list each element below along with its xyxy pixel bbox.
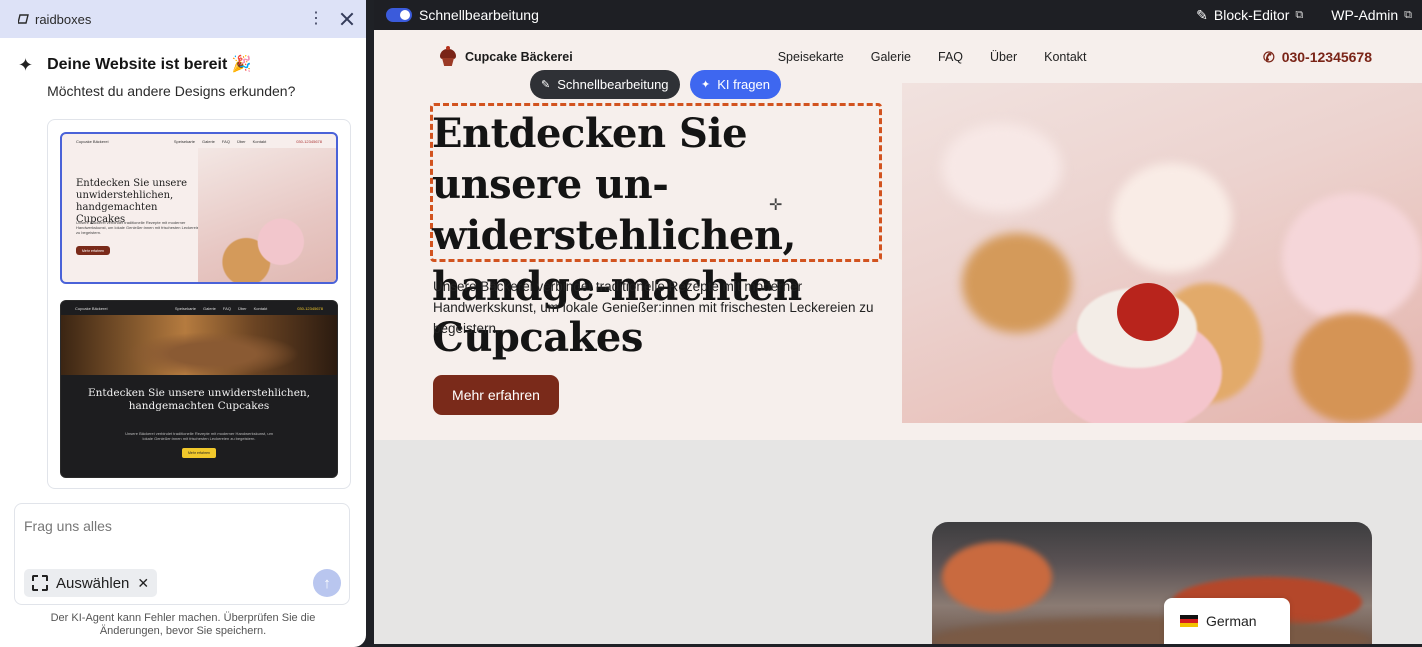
assistant-panel: raidboxes ⋮ ✦ Deine Website ist bereit 🎉… <box>0 0 366 647</box>
sparkle-icon: ✦ <box>701 79 711 91</box>
ready-subtitle: Möchtest du andere Designs erkunden? <box>47 83 296 99</box>
mini-nav-item: Speisekarte <box>173 139 196 144</box>
assistant-header: raidboxes ⋮ <box>0 0 366 38</box>
mini-nav-item: Kontakt <box>252 139 267 144</box>
phone-icon: ✆ <box>1262 48 1275 65</box>
mini-nav-item: Galerie <box>202 139 215 144</box>
raidboxes-logo-icon <box>18 14 29 24</box>
hero-section: Cupcake Bäckerei Speisekarte Galerie FAQ… <box>374 30 1422 440</box>
ready-message: ✦ Deine Website ist bereit 🎉 Möchtest du… <box>18 54 295 99</box>
menu-item-speisekarte[interactable]: Speisekarte <box>778 50 844 64</box>
brand-logo: raidboxes <box>18 12 91 27</box>
mini-text: Unsere Bäckerei verbindet traditionelle … <box>76 220 202 235</box>
mini-nav-item: FAQ <box>221 139 230 144</box>
send-button[interactable]: ↑ <box>313 569 341 597</box>
remove-chip-icon[interactable]: ✕ <box>137 575 149 592</box>
mini-nav: Cupcake Bäckerei Speisekarte Galerie FAQ… <box>75 306 323 311</box>
editor-topbar: Schnellbearbeitung ✎ Block-Editor ⧉ WP-A… <box>374 0 1422 30</box>
external-link-icon: ⧉ <box>1295 8 1304 21</box>
arrow-up-icon: ↑ <box>323 574 331 592</box>
mini-button: Mehr erfahren <box>76 246 110 255</box>
pastry-display-photo <box>932 522 1372 644</box>
mini-hero-photo <box>198 148 336 282</box>
mini-nav: Cupcake Bäckerei Speisekarte Galerie FAQ… <box>76 139 322 144</box>
hero-cupcake-photo <box>902 83 1422 423</box>
design-option-light[interactable]: Cupcake Bäckerei Speisekarte Galerie FAQ… <box>60 132 338 284</box>
quick-edit-label: Schnellbearbeitung <box>419 7 539 23</box>
design-list: Cupcake Bäckerei Speisekarte Galerie FAQ… <box>47 119 351 489</box>
crosshair-cursor-icon: ✛ <box>769 197 783 214</box>
menu-item-galerie[interactable]: Galerie <box>871 50 911 64</box>
menu-item-faq[interactable]: FAQ <box>938 50 963 64</box>
more-vertical-icon[interactable]: ⋮ <box>308 11 324 27</box>
mini-nav-item: Galerie <box>203 306 216 311</box>
ask-ai-pill-label: KI fragen <box>717 77 770 92</box>
mini-title: Entdecken Sie unsere unwiderstehlichen, … <box>76 178 188 225</box>
site-logo[interactable]: Cupcake Bäckerei <box>438 46 573 67</box>
site-phone[interactable]: ✆ 030-12345678 <box>1263 49 1372 66</box>
pencil-icon: ✎ <box>541 79 551 91</box>
site-menu: Speisekarte Galerie FAQ Über Kontakt <box>778 50 1087 64</box>
wp-admin-link[interactable]: WP-Admin ⧉ <box>1331 7 1412 23</box>
mini-nav-item: FAQ <box>222 306 231 311</box>
close-icon[interactable] <box>340 12 354 26</box>
select-element-chip[interactable]: Auswählen ✕ <box>24 569 158 597</box>
pencil-icon: ✎ <box>1196 6 1208 23</box>
website-preview: Cupcake Bäckerei Speisekarte Galerie FAQ… <box>374 30 1422 644</box>
site-nav: Cupcake Bäckerei Speisekarte Galerie FAQ… <box>438 44 1372 70</box>
language-switcher[interactable]: German <box>1164 598 1290 644</box>
block-editor-label: Block-Editor <box>1213 7 1290 23</box>
mini-brand: Cupcake Bäckerei <box>75 306 108 311</box>
select-chip-label: Auswählen <box>56 574 130 592</box>
mini-button: Mehr erfahren <box>182 448 216 458</box>
block-editor-link[interactable]: ✎ Block-Editor ⧉ <box>1196 7 1303 24</box>
menu-item-kontakt[interactable]: Kontakt <box>1044 50 1086 64</box>
sparkle-icon: ✦ <box>18 55 34 75</box>
german-flag-icon <box>1180 615 1198 627</box>
mini-brand: Cupcake Bäckerei <box>76 139 109 144</box>
mini-nav-item: Kontakt <box>253 306 268 311</box>
brand-name: raidboxes <box>35 11 92 27</box>
quick-edit-pill[interactable]: ✎ Schnellbearbeitung <box>530 70 680 99</box>
mini-nav-item: Über <box>237 306 247 311</box>
language-label: German <box>1206 613 1257 629</box>
quick-edit-pill-label: Schnellbearbeitung <box>557 77 669 92</box>
mini-nav-item: Über <box>236 139 246 144</box>
mini-nav-item: Speisekarte <box>174 306 197 311</box>
mini-text: Unsere Bäckerei verbindet traditionelle … <box>125 431 273 441</box>
more-info-button[interactable]: Mehr erfahren <box>433 375 559 415</box>
ask-ai-pill[interactable]: ✦ KI fragen <box>690 70 781 99</box>
mini-hero-photo <box>61 315 337 375</box>
cupcake-icon <box>438 46 458 67</box>
phone-number: 030-12345678 <box>1281 49 1372 65</box>
ai-disclaimer: Der KI-Agent kann Fehler machen. Überprü… <box>50 612 316 637</box>
quick-edit-toggle[interactable] <box>386 8 412 22</box>
site-brand: Cupcake Bäckerei <box>465 50 573 64</box>
chat-input[interactable] <box>24 518 324 534</box>
ready-title: Deine Website ist bereit 🎉 <box>47 56 252 73</box>
select-area-icon <box>32 575 48 591</box>
external-link-icon: ⧉ <box>1404 8 1412 21</box>
mini-phone: 030-12345678 <box>296 139 322 144</box>
hero-lead: Unsere Bäckerei verbindet traditionelle … <box>433 279 874 336</box>
mini-phone: 030-12345678 <box>297 306 323 311</box>
mini-title: Entdecken Sie unsere unwiderstehlichen, … <box>87 387 311 412</box>
wp-admin-label: WP-Admin <box>1331 7 1399 23</box>
menu-item-ueber[interactable]: Über <box>990 50 1017 64</box>
design-option-dark[interactable]: Cupcake Bäckerei Speisekarte Galerie FAQ… <box>60 300 338 478</box>
chat-composer: Auswählen ✕ ↑ <box>14 503 350 605</box>
